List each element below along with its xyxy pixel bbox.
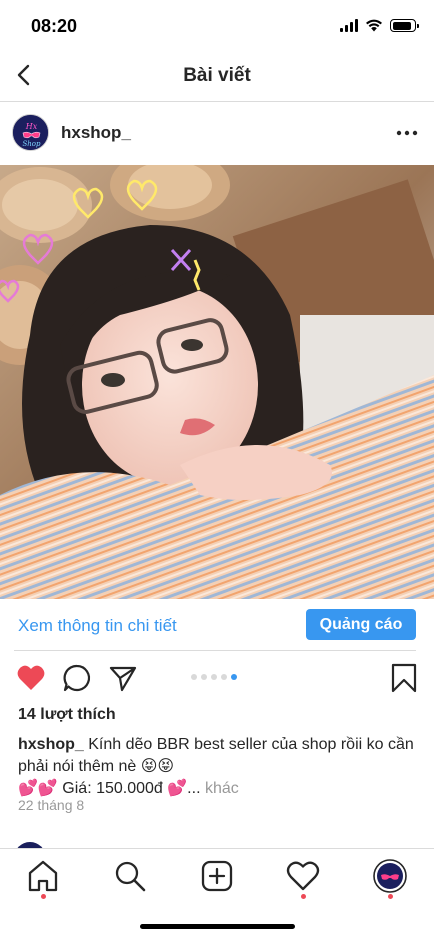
carousel-dot [231,674,237,680]
view-details-link[interactable]: Xem thông tin chi tiết [18,616,177,636]
cellular-signal-icon [340,19,358,32]
activity-notification-dot [301,894,306,899]
avatar[interactable]: Hx Shop [12,114,49,151]
caption-username[interactable]: hxshop_ [18,736,84,753]
wifi-icon [366,19,382,32]
profile-avatar[interactable] [373,859,407,893]
page-title: Bài viết [183,65,251,86]
profile-notification-dot [388,894,393,899]
battery-icon [390,19,419,32]
home-indicator [140,924,295,929]
carousel-dot [211,674,217,680]
home-icon[interactable] [26,859,60,893]
more-horizontal-icon[interactable] [394,123,420,143]
likes-count[interactable]: 14 lượt thích [18,706,116,724]
svg-text:Shop: Shop [23,140,42,148]
search-icon[interactable] [113,859,147,893]
status-icons [340,19,419,32]
svg-text:Hx: Hx [25,122,38,131]
caption-more-link[interactable]: khác [205,780,239,797]
status-time: 08:20 [31,16,78,36]
add-post-icon[interactable] [200,859,234,893]
carousel-dot [191,674,197,680]
caption-line-2: 💕💕 Giá: 150.000đ 💕... [18,780,201,797]
comment-icon[interactable] [62,663,92,693]
carousel-dot [221,674,227,680]
post-photo[interactable] [0,165,434,599]
divider [14,650,416,651]
home-notification-dot [41,894,46,899]
share-send-icon[interactable] [108,663,138,693]
bookmark-icon[interactable] [389,663,419,693]
post-username[interactable]: hxshop_ [61,123,131,143]
post-caption: hxshop_ Kính dẽo BBR best seller của sho… [18,734,418,800]
action-row [0,660,434,700]
activity-heart-icon[interactable] [286,859,320,893]
nav-header: Bài viết [0,50,434,102]
carousel-dot [201,674,207,680]
status-bar: 08:20 [0,0,434,50]
ad-button[interactable]: Quảng cáo [306,609,416,640]
post-date: 22 tháng 8 [18,797,85,813]
carousel-indicator [191,674,237,680]
like-heart-icon[interactable] [16,663,46,693]
post-photo-illustration [0,165,434,599]
post-header: Hx Shop hxshop_ [0,103,434,165]
avatar-logo: Hx Shop [13,115,48,150]
